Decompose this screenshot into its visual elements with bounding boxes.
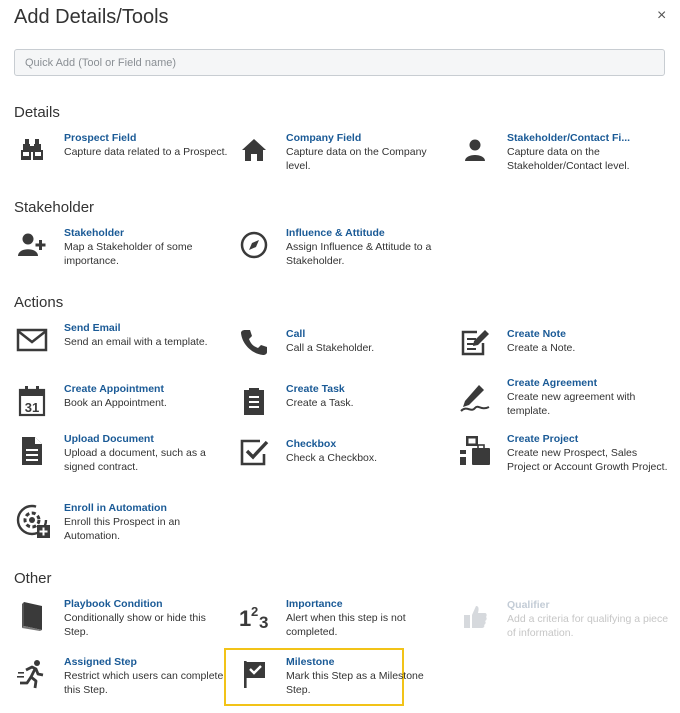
flag-icon: [236, 656, 272, 692]
item-label[interactable]: Stakeholder/Contact Fi...: [507, 132, 672, 145]
running-person-icon: [14, 656, 50, 692]
item-label[interactable]: Create Note: [507, 328, 672, 341]
checkbox-icon: [236, 434, 272, 470]
item-desc: Create a Task.: [286, 397, 354, 409]
section-title-stakeholder: Stakeholder: [14, 199, 95, 216]
thumbs-up-icon: [457, 599, 493, 635]
item-desc: Create new Prospect, Sales Project or Ac…: [507, 447, 668, 473]
item-desc: Alert when this step is not completed.: [286, 612, 406, 638]
item-desc: Upload a document, such as a signed cont…: [64, 447, 206, 473]
item-label[interactable]: Checkbox: [286, 438, 451, 451]
item-desc: Create new agreement with template.: [507, 391, 636, 417]
item-label[interactable]: Create Appointment: [64, 383, 229, 396]
svg-text:1: 1: [239, 606, 251, 630]
item-label[interactable]: Importance: [286, 598, 451, 611]
item-desc: Check a Checkbox.: [286, 452, 378, 464]
calendar-icon: 31: [14, 383, 50, 419]
item-label[interactable]: Company Field: [286, 132, 451, 145]
add-user-icon: [14, 227, 50, 263]
item-label[interactable]: Create Project: [507, 433, 672, 446]
item-label[interactable]: Upload Document: [64, 433, 229, 446]
item-desc: Conditionally show or hide this Step.: [64, 612, 206, 638]
section-title-other: Other: [14, 570, 52, 587]
item-desc: Enroll this Prospect in an Automation.: [64, 516, 181, 542]
document-icon: [14, 433, 50, 469]
close-icon[interactable]: ×: [657, 8, 666, 24]
compass-icon: [236, 227, 272, 263]
item-label[interactable]: Influence & Attitude: [286, 227, 451, 240]
svg-text:2: 2: [251, 604, 258, 619]
user-icon: [457, 132, 493, 168]
book-icon: [14, 598, 50, 634]
item-label[interactable]: Playbook Condition: [64, 598, 229, 611]
edit-note-icon: [457, 324, 493, 360]
calendar-day-text: 31: [25, 400, 39, 415]
item-label[interactable]: Call: [286, 328, 451, 341]
clipboard-icon: [236, 383, 272, 419]
item-label[interactable]: Milestone: [286, 656, 451, 669]
quick-add-input[interactable]: [14, 49, 665, 76]
item-desc: Create a Note.: [507, 342, 576, 354]
section-title-details: Details: [14, 104, 60, 121]
envelope-icon: [14, 322, 50, 358]
phone-icon: [236, 324, 272, 360]
item-desc: Capture data on the Company level.: [286, 146, 427, 172]
section-title-actions: Actions: [14, 294, 64, 311]
dialog-title: Add Details/Tools: [14, 6, 169, 28]
item-desc: Mark this Step as a Milestone Step.: [286, 670, 424, 696]
item-desc: Book an Appointment.: [64, 397, 167, 409]
item-desc: Call a Stakeholder.: [286, 342, 375, 354]
item-desc: Assign Influence & Attitude to a Stakeho…: [286, 241, 432, 267]
item-label[interactable]: Create Task: [286, 383, 451, 396]
item-desc: Capture data on the Stakeholder/Contact …: [507, 146, 630, 172]
item-label[interactable]: Assigned Step: [64, 656, 229, 669]
item-label[interactable]: Enroll in Automation: [64, 502, 229, 515]
item-label[interactable]: Stakeholder: [64, 227, 229, 240]
item-desc: Restrict which users can complete this S…: [64, 670, 224, 696]
project-icon: [457, 433, 493, 469]
item-desc: Map a Stakeholder of some importance.: [64, 241, 193, 267]
item-label: Qualifier: [507, 599, 550, 611]
home-icon: [236, 132, 272, 168]
item-label[interactable]: Send Email: [64, 322, 229, 335]
item-desc: Add a criteria for qualifying a piece of…: [507, 613, 669, 639]
item-desc: Capture data related to a Prospect.: [64, 146, 228, 158]
signature-icon: [457, 380, 493, 416]
automation-icon: [14, 502, 52, 540]
item-desc: Send an email with a template.: [64, 336, 208, 348]
binoculars-icon: [14, 132, 50, 168]
importance-icon: 123 1 2 3: [236, 598, 272, 634]
item-label[interactable]: Create Agreement: [507, 377, 672, 390]
svg-text:3: 3: [259, 613, 268, 630]
item-label[interactable]: Prospect Field: [64, 132, 229, 145]
